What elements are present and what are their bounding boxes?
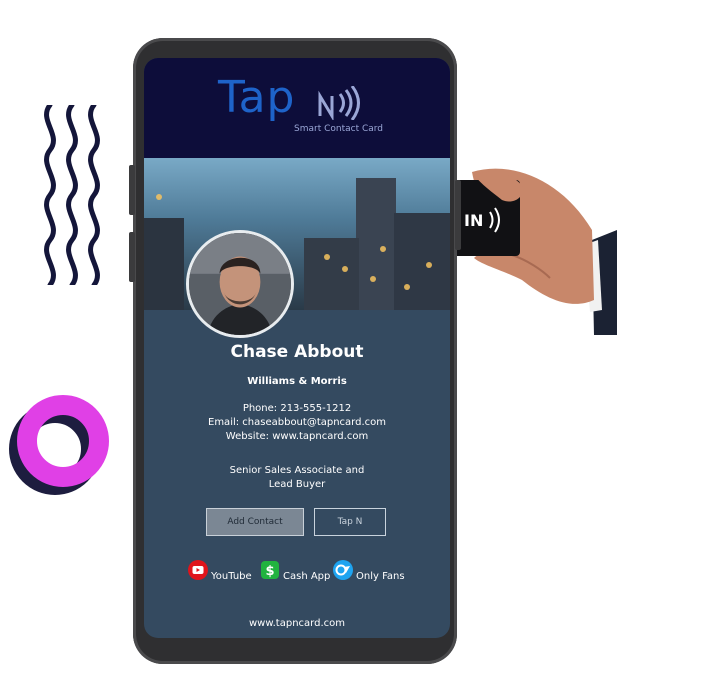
nfc-icon bbox=[318, 86, 360, 120]
profile-name: Chase Abbout bbox=[230, 342, 364, 362]
profile-website[interactable]: Website: www.tapncard.com bbox=[144, 431, 450, 442]
tap-n-button[interactable]: Tap N bbox=[314, 508, 386, 536]
social-label-youtube: YouTube bbox=[211, 570, 252, 582]
ring-decoration bbox=[9, 395, 109, 495]
phone-side-button bbox=[129, 232, 135, 282]
brand-tagline: Smart Contact Card bbox=[294, 124, 384, 134]
social-link-cash-app[interactable]: $ Cash App bbox=[260, 561, 331, 586]
profile-email[interactable]: Email: chaseabbout@tapncard.com bbox=[144, 417, 450, 428]
add-contact-button[interactable]: Add Contact bbox=[206, 508, 304, 536]
hand-holding-card: IN bbox=[452, 160, 617, 340]
profile-title-line2: Lead Buyer bbox=[268, 479, 326, 490]
phone-side-button bbox=[129, 165, 135, 215]
only-fans-icon bbox=[333, 560, 353, 580]
brand-logo: Tap bbox=[218, 72, 296, 123]
social-label-cash-app: Cash App bbox=[283, 570, 331, 582]
profile-company: Williams & Morris bbox=[247, 376, 347, 387]
avatar bbox=[186, 230, 294, 338]
card-text: IN bbox=[464, 211, 483, 230]
youtube-icon bbox=[188, 560, 208, 580]
phone-screen: Tap Smart Contact Card Chase Abbout Will… bbox=[144, 58, 450, 638]
svg-text:$: $ bbox=[265, 564, 274, 579]
social-link-only-fans[interactable]: Only Fans bbox=[333, 560, 405, 586]
profile-phone[interactable]: Phone: 213-555-1212 bbox=[144, 403, 450, 414]
cash-app-icon: $ bbox=[260, 560, 280, 580]
profile-title-line1: Senior Sales Associate and bbox=[229, 465, 365, 476]
sound-waves-decoration bbox=[44, 105, 100, 285]
footer-url[interactable]: www.tapncard.com bbox=[144, 618, 450, 629]
phone-power-button bbox=[455, 180, 461, 250]
social-label-only-fans: Only Fans bbox=[356, 570, 405, 582]
social-link-youtube[interactable]: YouTube bbox=[188, 560, 252, 586]
header-band: Tap Smart Contact Card bbox=[144, 58, 450, 158]
